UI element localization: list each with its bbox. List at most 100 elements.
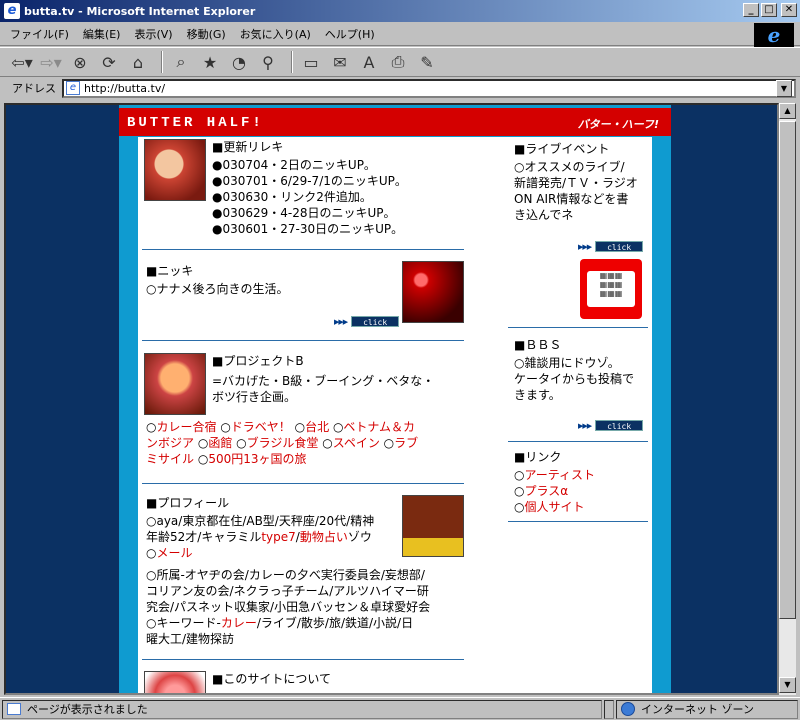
click-label: click [351, 316, 400, 327]
link-plus-alpha[interactable]: プラスα [524, 484, 568, 498]
back-icon[interactable]: ⇦▾ [10, 51, 34, 73]
site-frame: BUTTER HALF! バター・ハーフ! ■更新リレキ ●030704・2日の… [119, 105, 671, 693]
menu-edit[interactable]: 編集(E) [83, 26, 121, 42]
arrows-icon: ▶▶▶ [334, 317, 348, 326]
menu-file[interactable]: ファイル(F) [10, 26, 69, 42]
profile-line: ○所属-オヤヂの会/カレーの夕べ実行委員会/妄想部/ [146, 568, 425, 582]
close-button[interactable]: ✕ [781, 3, 797, 17]
project-links-line3: ミサイル ○500円13ヶ国の旅 [146, 452, 307, 466]
refresh-icon[interactable]: ⟳ [97, 51, 121, 73]
divider [142, 659, 464, 660]
link-vietnam-cambodia[interactable]: ンボジア [146, 436, 194, 450]
window-titlebar: e butta.tv - Microsoft Internet Explorer… [0, 0, 800, 22]
status-progress-panel [604, 699, 614, 719]
link-love-missile[interactable]: ラブ [394, 436, 418, 450]
divider [508, 327, 648, 328]
profile-heading: ■プロフィール [146, 496, 230, 510]
link-curry-camp[interactable]: カレー合宿 [156, 420, 216, 434]
profile-line: ○キーワード-カレー/ライブ/散歩/旅/鉄道/小説/日 [146, 616, 414, 630]
link-love-missile[interactable]: ミサイル [146, 452, 194, 466]
fullscreen-icon[interactable]: ▭ [299, 51, 323, 73]
history-icon[interactable]: ◔ [227, 51, 251, 73]
project-heading: ■プロジェクトB [212, 354, 304, 368]
bbs-line: ○雑談用にドウゾ。 [514, 356, 620, 370]
link-500yen-trip[interactable]: 500円13ヶ国の旅 [208, 452, 306, 466]
live-click-button[interactable]: ▶▶▶ click [578, 241, 644, 252]
forward-icon[interactable]: ⇨▾ [39, 51, 63, 73]
live-heading: ■ライブイベント [514, 142, 610, 156]
profile-thumbnail [402, 495, 464, 557]
profile-line: ○メール [146, 546, 193, 560]
bbs-heading: ■ＢＢＳ [514, 338, 562, 352]
link-item: ○プラスα [514, 484, 569, 498]
toolbar: ⇦▾ ⇨▾ ⊗ ⟳ ⌂ ⌕ ★ ◔ ⚲ ▭ ✉ A ⎙ ✎ [0, 47, 800, 77]
toolbar-separator [161, 51, 163, 73]
mail-icon[interactable]: ✉ [328, 51, 352, 73]
channels-icon[interactable]: ⚲ [256, 51, 280, 73]
link-vietnam-cambodia[interactable]: ベトナム＆カ [343, 420, 415, 434]
arrows-icon: ▶▶▶ [578, 242, 592, 251]
menu-favorites[interactable]: お気に入り(A) [240, 26, 311, 42]
project-desc: ボツ行き企画。 [212, 390, 297, 404]
window-title: butta.tv - Microsoft Internet Explorer [24, 4, 256, 18]
nikki-desc: ○ナナメ後ろ向きの生活。 [146, 282, 289, 296]
update-item: ●030704・2日のニッキUP。 [212, 158, 376, 172]
click-label: click [595, 241, 644, 252]
live-line: ○オススメのライブ/ [514, 160, 625, 174]
scroll-down-button[interactable]: ▼ [779, 677, 796, 693]
link-type7[interactable]: type7 [261, 530, 295, 544]
address-label: アドレス [12, 82, 56, 95]
link-dorabeya[interactable]: ドラベヤ！ [231, 420, 291, 434]
ie-icon: e [4, 3, 20, 19]
search-icon[interactable]: ⌕ [169, 51, 193, 73]
menu-go[interactable]: 移動(G) [187, 26, 226, 42]
page-done-icon [7, 703, 21, 715]
divider [508, 441, 648, 442]
divider [142, 483, 464, 484]
link-curry[interactable]: カレー [221, 616, 257, 630]
arrows-icon: ▶▶▶ [578, 421, 592, 430]
profile-line: 年齢52才/キャラミルtype7/動物占いゾウ [146, 530, 372, 544]
link-animal-fortune[interactable]: 動物占い [300, 530, 348, 544]
vertical-scrollbar[interactable]: ▲ ▼ [779, 103, 796, 695]
divider [142, 249, 464, 250]
maximize-button[interactable]: □ [761, 3, 777, 17]
menu-help[interactable]: ヘルプ(H) [325, 26, 375, 42]
link-artist[interactable]: アーティスト [524, 468, 595, 482]
font-icon[interactable]: A [357, 51, 381, 73]
status-bar: ページが表示されました インターネット ゾーン [0, 697, 800, 720]
address-dropdown-button[interactable]: ▼ [776, 79, 792, 97]
link-hakodate[interactable]: 函館 [208, 436, 232, 450]
internet-zone-icon [621, 702, 635, 716]
edit-icon[interactable]: ✎ [415, 51, 439, 73]
print-icon[interactable]: ⎙ [386, 51, 410, 73]
live-line: き込んでネ [514, 208, 574, 222]
links-heading: ■リンク [514, 450, 562, 464]
site-logo: BUTTER HALF! [127, 115, 264, 131]
nikki-click-button[interactable]: ▶▶▶ click [334, 316, 400, 327]
address-input[interactable]: e http://butta.tv/ [62, 78, 796, 98]
site-banner: BUTTER HALF! バター・ハーフ! [119, 108, 671, 136]
link-personal-sites[interactable]: 個人サイト [524, 500, 584, 514]
site-logo-kana: バター・ハーフ! [577, 118, 659, 131]
update-item: ●030601・27-30日のニッキUP。 [212, 222, 404, 236]
link-taipei[interactable]: 台北 [305, 420, 329, 434]
favorites-icon[interactable]: ★ [198, 51, 222, 73]
link-brazil-diner[interactable]: ブラジル食堂 [247, 436, 319, 450]
link-item: ○アーティスト [514, 468, 596, 482]
bbs-line: きます。 [514, 388, 561, 402]
updates-heading: ■更新リレキ [212, 140, 284, 154]
scroll-thumb[interactable] [779, 121, 796, 619]
menu-view[interactable]: 表示(V) [134, 26, 172, 42]
link-spain[interactable]: スペイン [333, 436, 380, 450]
page-icon: e [66, 81, 80, 95]
calendar-icon[interactable]: ▦▦▦ ▦▦▦ ▦▦▦ [580, 259, 642, 319]
bbs-click-button[interactable]: ▶▶▶ click [578, 420, 644, 431]
minimize-button[interactable]: _ [743, 3, 759, 17]
home-icon[interactable]: ⌂ [126, 51, 150, 73]
update-thumbnail [144, 139, 206, 201]
scroll-up-button[interactable]: ▲ [779, 103, 796, 119]
stop-icon[interactable]: ⊗ [68, 51, 92, 73]
link-mail[interactable]: メール [156, 546, 192, 560]
toolbar-separator [291, 51, 293, 73]
